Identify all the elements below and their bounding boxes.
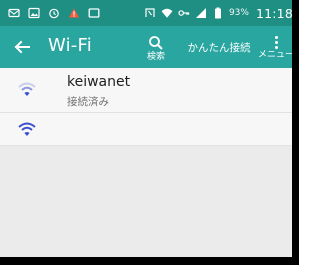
page-title: Wi-Fi xyxy=(48,35,92,56)
back-button[interactable] xyxy=(10,35,34,59)
wifi-network-list: keiwanet 接続済み xyxy=(0,68,299,146)
status-bar-left xyxy=(8,5,100,21)
menu-label: メニュー xyxy=(257,50,294,60)
wifi-signal-icon xyxy=(161,7,173,19)
screen: 93% 11:18 Wi-Fi 検索 かんたん接続 メニュー keiwanet … xyxy=(0,0,299,265)
search-icon xyxy=(149,35,163,50)
search-button[interactable]: 検索 xyxy=(140,32,172,64)
screen-edge-right xyxy=(292,0,299,265)
clock: 11:18 xyxy=(255,5,293,21)
search-label: 検索 xyxy=(146,51,165,62)
cell-signal-icon xyxy=(195,7,207,19)
wifi-icon xyxy=(18,82,36,96)
wifi-network-item[interactable]: keiwanet 接続済み xyxy=(0,68,299,113)
arrow-left-icon xyxy=(14,40,30,54)
email-icon xyxy=(8,7,20,19)
app-bar: Wi-Fi 検索 かんたん接続 メニュー xyxy=(0,26,299,68)
nfc-icon xyxy=(144,7,156,19)
status-bar: 93% 11:18 xyxy=(0,0,299,26)
wifi-network-item[interactable] xyxy=(0,113,299,146)
image-icon xyxy=(28,7,40,19)
alarm-icon xyxy=(48,7,60,19)
warning-icon xyxy=(68,7,80,19)
quick-connect-button[interactable]: かんたん接続 xyxy=(178,36,260,60)
wifi-network-status: 接続済み xyxy=(67,96,109,108)
wifi-network-list-area: keiwanet 接続済み xyxy=(0,68,299,265)
screen-edge-bottom xyxy=(0,257,299,265)
quick-connect-label: かんたん接続 xyxy=(187,42,251,54)
wifi-icon xyxy=(18,122,36,136)
overflow-menu-icon xyxy=(274,36,278,49)
battery-icon xyxy=(212,7,224,19)
battery-percent: 93% xyxy=(228,8,249,18)
status-bar-right: 93% 11:18 xyxy=(144,4,293,22)
screen-icon xyxy=(88,7,100,19)
menu-button[interactable]: メニュー xyxy=(256,32,296,64)
wifi-network-name: keiwanet xyxy=(67,74,131,90)
vpn-key-icon xyxy=(178,7,190,19)
